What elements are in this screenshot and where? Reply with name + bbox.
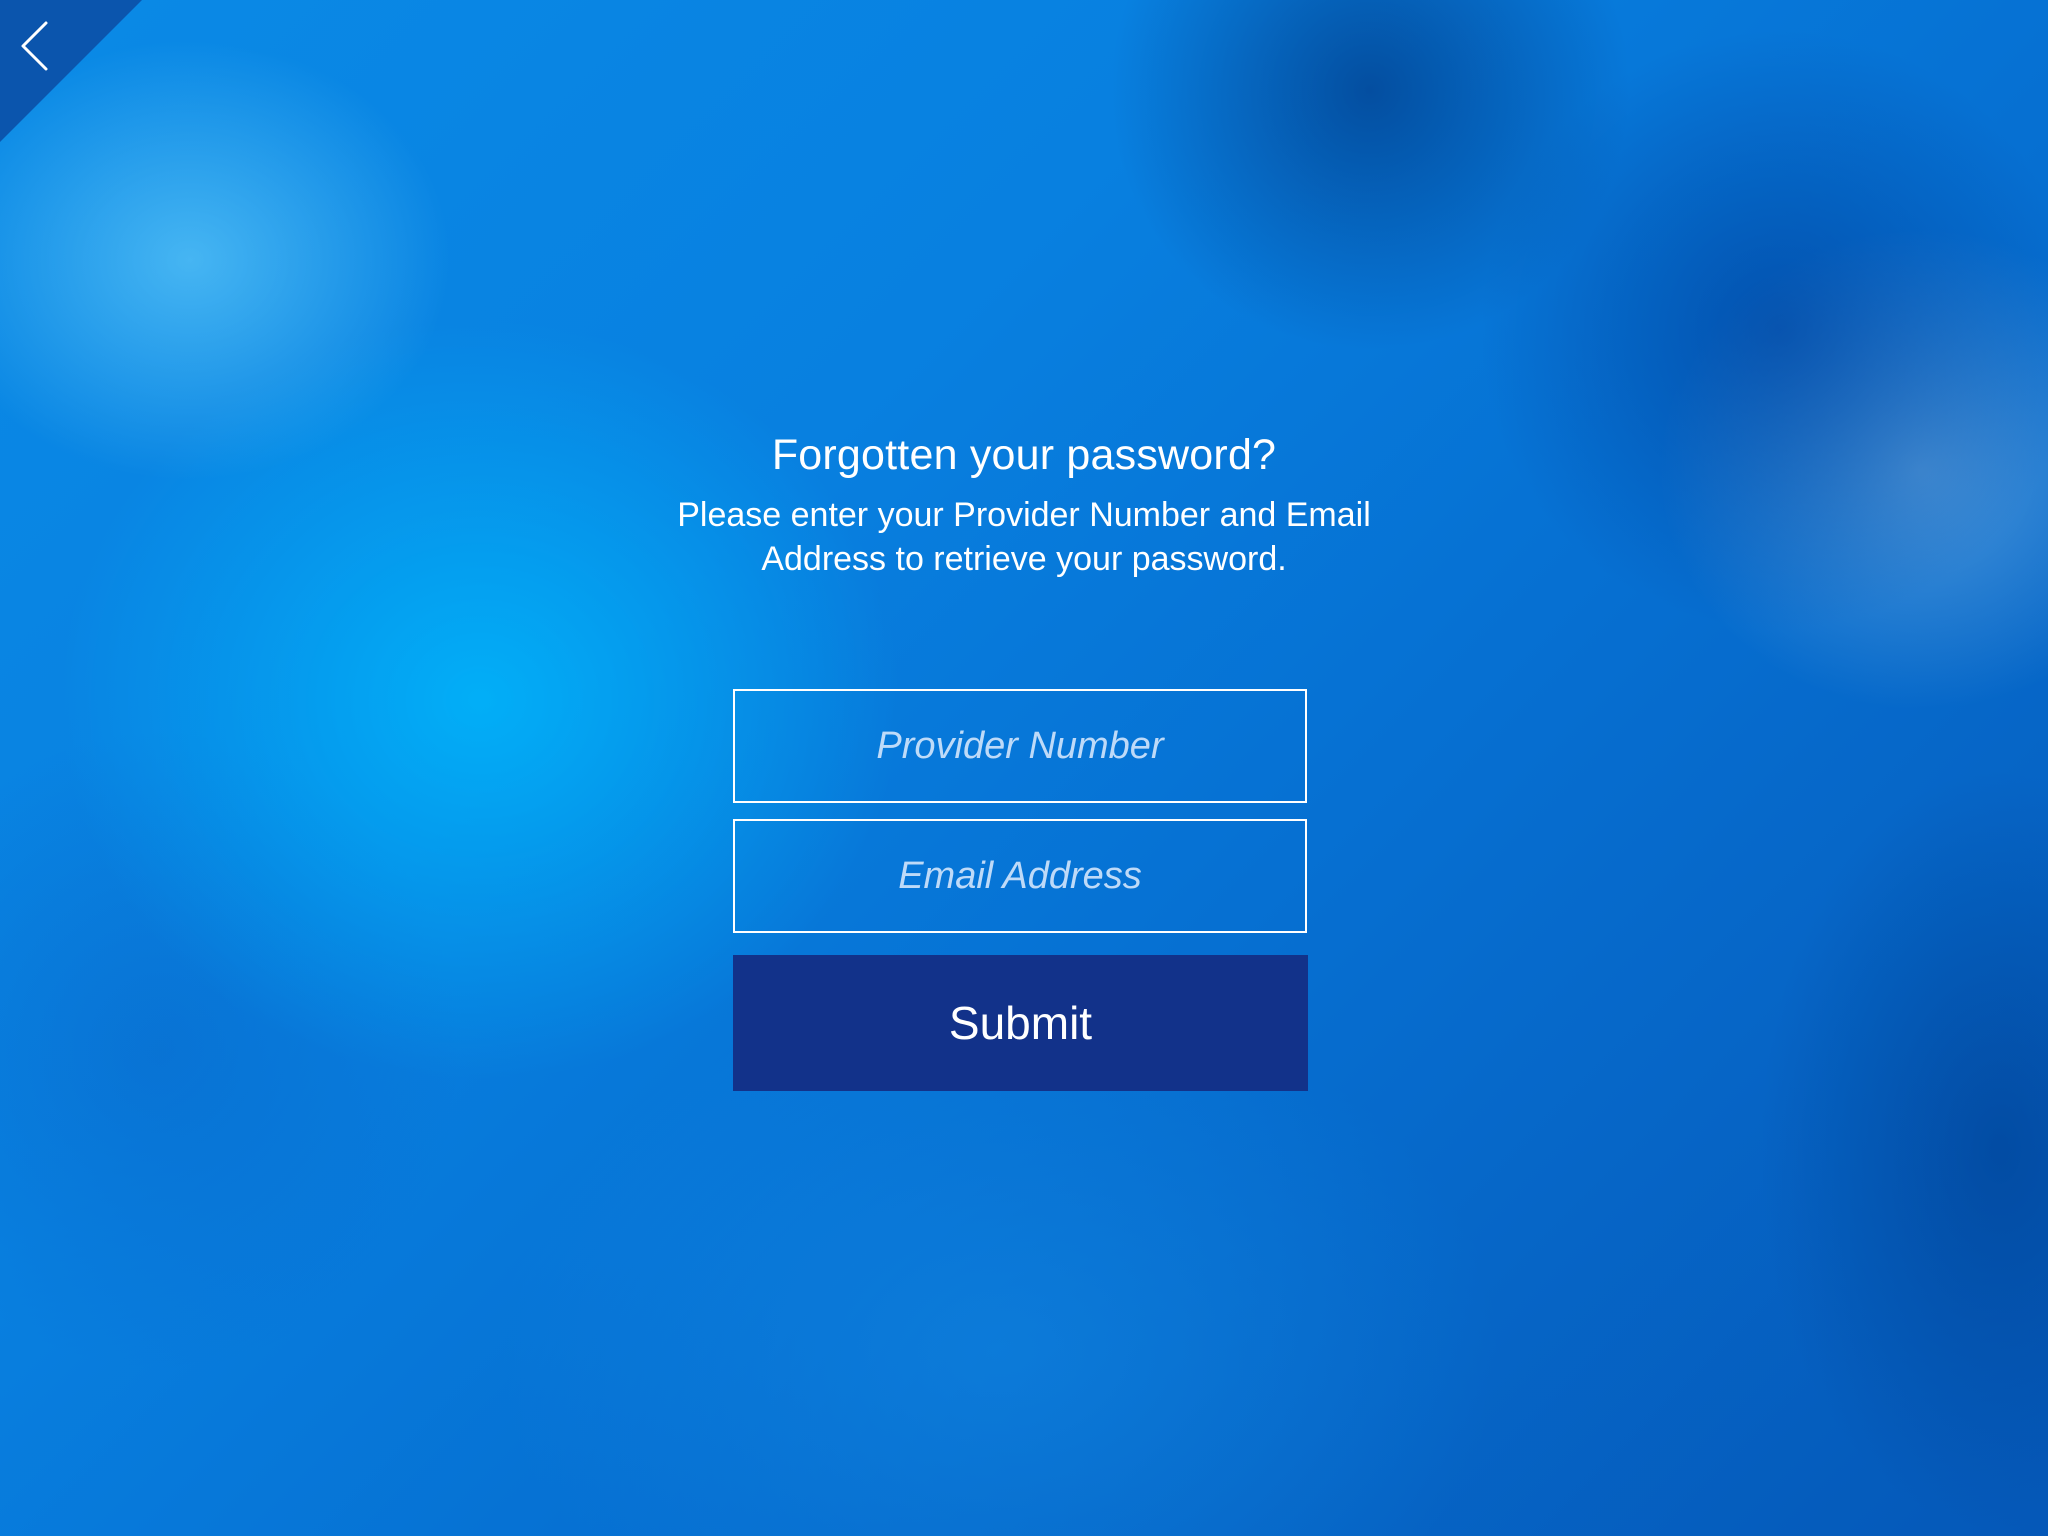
- back-button[interactable]: [0, 0, 142, 142]
- submit-button[interactable]: Submit: [733, 955, 1308, 1091]
- page-title: Forgotten your password?: [771, 431, 1277, 479]
- page-subtitle: Please enter your Provider Number and Em…: [677, 496, 1371, 578]
- header-block: Forgotten your password? Please enter yo…: [624, 425, 1424, 581]
- email-address-input[interactable]: [733, 819, 1307, 933]
- password-recovery-form: Submit: [733, 689, 1308, 1091]
- provider-number-input[interactable]: [733, 689, 1307, 803]
- chevron-left-icon: [21, 21, 48, 71]
